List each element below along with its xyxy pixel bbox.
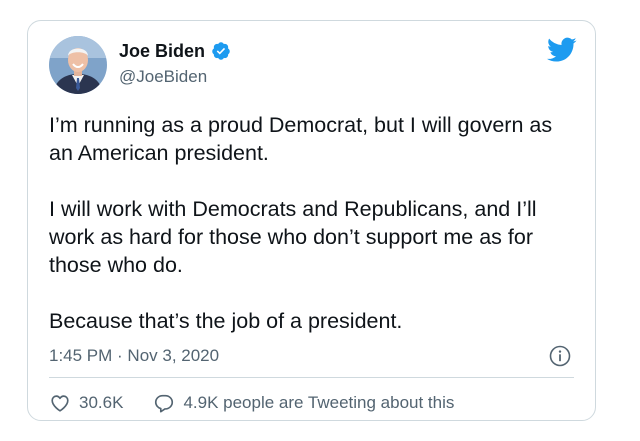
conversation-link[interactable]: 4.9K people are Tweeting about this	[153, 392, 454, 414]
tweet-card[interactable]: Joe Biden @JoeBiden I’m running as a pro…	[27, 20, 596, 421]
author-name-row[interactable]: Joe Biden	[119, 40, 231, 62]
heart-icon	[51, 395, 69, 412]
verified-badge-icon	[211, 41, 231, 61]
author-handle[interactable]: @JoeBiden	[119, 66, 207, 88]
tweet-text: I’m running as a proud Democrat, but I w…	[49, 113, 553, 333]
like-count: 30.6K	[79, 393, 124, 412]
divider	[49, 377, 574, 378]
profile-photo-icon	[49, 36, 107, 94]
like-button[interactable]: 30.6K	[49, 392, 123, 414]
reply-bubble-icon	[155, 394, 174, 413]
twitter-bird-icon[interactable]	[547, 37, 577, 63]
info-icon[interactable]	[549, 345, 571, 367]
tweet-timestamp[interactable]: 1:45 PM · Nov 3, 2020	[49, 345, 219, 367]
display-name[interactable]: Joe Biden	[119, 40, 205, 62]
conversation-label: 4.9K people are Tweeting about this	[183, 393, 455, 412]
avatar[interactable]	[49, 36, 107, 94]
action-bar: 30.6K 4.9K people are Tweeting about thi…	[49, 392, 454, 414]
